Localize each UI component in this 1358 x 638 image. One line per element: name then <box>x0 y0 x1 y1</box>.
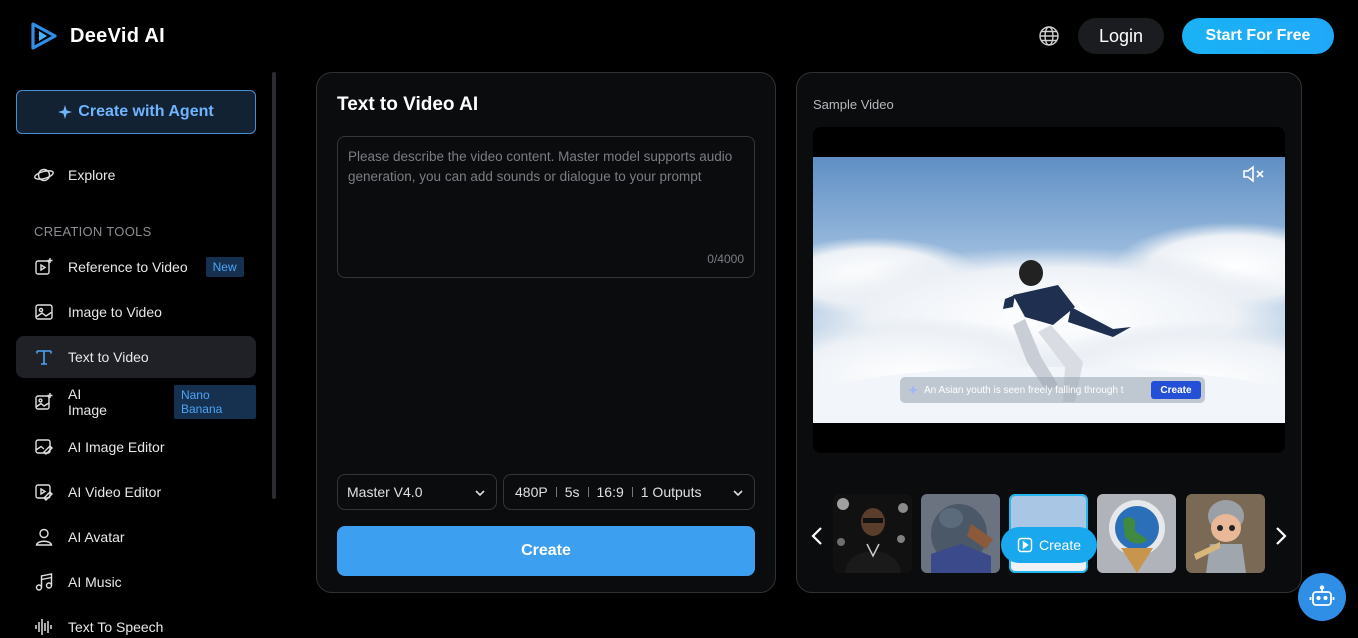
sidebar-scrollbar[interactable] <box>272 72 276 499</box>
sidebar-item-ai-image-editor[interactable]: AI Image Editor <box>16 426 256 468</box>
duration-value: 5s <box>564 484 580 500</box>
top-header: DeeVid AI Login Start For Free <box>0 0 1358 72</box>
resolution-value: 480P <box>515 484 548 500</box>
sidebar-item-label: AI Music <box>68 574 122 590</box>
play-square-icon <box>1017 537 1033 553</box>
new-badge: New <box>205 257 244 277</box>
play-logo-icon <box>31 22 57 50</box>
sidebar-item-ai-avatar[interactable]: AI Avatar <box>16 516 256 558</box>
image-editor-icon <box>35 439 53 455</box>
image-icon <box>35 304 53 320</box>
sidebar-item-ai-video-editor[interactable]: AI Video Editor <box>16 471 256 513</box>
divider <box>555 487 557 497</box>
login-button[interactable]: Login <box>1078 18 1164 54</box>
sidebar-item-image-to-video[interactable]: Image to Video <box>16 291 256 333</box>
sample-title: Sample Video <box>813 97 894 112</box>
mute-icon[interactable] <box>1241 163 1265 185</box>
create-button[interactable]: Create <box>337 526 755 576</box>
video-editor-icon <box>35 484 53 501</box>
divider <box>631 487 633 497</box>
sample-video-panel: Sample Video An Asian youth is seen free… <box>796 72 1302 593</box>
agent-label: Create with Agent <box>78 103 214 120</box>
app: DeeVid AI Login Start For Free Create wi… <box>0 0 1358 638</box>
brand-logo[interactable]: DeeVid AI <box>30 22 165 50</box>
sidebar-item-label: Reference to Video <box>68 259 188 275</box>
waveform-icon <box>35 619 52 635</box>
outputs-value: 1 Outputs <box>640 484 702 500</box>
chevron-down-icon <box>475 490 485 497</box>
text-icon <box>36 350 52 365</box>
music-icon <box>35 573 53 591</box>
divider <box>587 487 589 497</box>
sparkle-icon <box>908 385 918 395</box>
video-prompt-caption: An Asian youth is seen freely falling th… <box>900 377 1205 403</box>
brand-name: DeeVid AI <box>70 24 165 47</box>
sidebar-item-label: Image to Video <box>68 304 162 320</box>
assistant-button[interactable] <box>1298 573 1346 621</box>
sample-thumbnail-5[interactable] <box>1186 494 1265 573</box>
sample-video-player[interactable]: An Asian youth is seen freely falling th… <box>813 127 1285 453</box>
thumbnail-create-button[interactable]: Create <box>1001 527 1097 563</box>
sparkle-icon <box>58 105 73 119</box>
thumbnail-create-label: Create <box>1038 537 1082 553</box>
sidebar-item-label: AI Image Editor <box>68 439 165 455</box>
globe-icon[interactable] <box>1038 25 1060 47</box>
sidebar-item-label: Text To Speech <box>68 619 164 635</box>
prompt-box: 0/4000 <box>337 136 755 278</box>
chevron-left-icon[interactable] <box>809 525 825 547</box>
sample-thumbnail-1[interactable] <box>833 494 912 573</box>
sidebar: Create with Agent Explore CREATION TOOLS… <box>0 72 278 638</box>
caption-text: An Asian youth is seen freely falling th… <box>924 384 1124 396</box>
chevron-down-icon <box>733 490 743 497</box>
panel-title: Text to Video AI <box>337 94 479 115</box>
explore-label: Explore <box>68 167 116 183</box>
avatar-icon <box>35 528 53 546</box>
sample-thumbnail-2[interactable] <box>921 494 1000 573</box>
sample-thumbnail-4[interactable] <box>1097 494 1176 573</box>
robot-icon <box>1309 585 1335 606</box>
ai-image-icon <box>35 393 53 410</box>
create-with-agent-button[interactable]: Create with Agent <box>16 90 256 134</box>
character-counter: 0/4000 <box>707 252 744 266</box>
sidebar-item-text-to-video[interactable]: Text to Video <box>16 336 256 378</box>
sidebar-item-label: AI Video Editor <box>68 484 162 500</box>
sidebar-item-ai-image[interactable]: AI Image Nano Banana <box>16 381 256 423</box>
text-to-video-panel: Text to Video AI 0/4000 Master V4.0 480P… <box>316 72 776 593</box>
ratio-value: 16:9 <box>596 484 624 500</box>
nano-banana-badge: Nano Banana <box>173 385 256 419</box>
video-options-select[interactable]: 480P 5s 16:9 1 Outputs <box>503 474 755 510</box>
caption-create-button: Create <box>1151 381 1201 399</box>
model-value: Master V4.0 <box>347 484 423 500</box>
sidebar-item-text-to-speech[interactable]: Text To Speech <box>16 606 256 638</box>
planet-icon <box>34 168 54 182</box>
sidebar-item-ai-music[interactable]: AI Music <box>16 561 256 603</box>
sidebar-item-reference-to-video[interactable]: Reference to Video New <box>16 246 256 288</box>
creation-tools-heading: CREATION TOOLS <box>34 224 152 239</box>
prompt-input[interactable] <box>348 147 744 251</box>
sidebar-item-label: AI Image <box>68 386 107 418</box>
sidebar-item-label: AI Avatar <box>68 529 125 545</box>
start-for-free-button[interactable]: Start For Free <box>1182 18 1334 54</box>
sidebar-item-explore[interactable]: Explore <box>16 154 256 196</box>
sidebar-item-label: Text to Video <box>68 349 149 365</box>
chevron-right-icon[interactable] <box>1273 525 1289 547</box>
model-select[interactable]: Master V4.0 <box>337 474 497 510</box>
reference-video-icon <box>35 258 53 275</box>
